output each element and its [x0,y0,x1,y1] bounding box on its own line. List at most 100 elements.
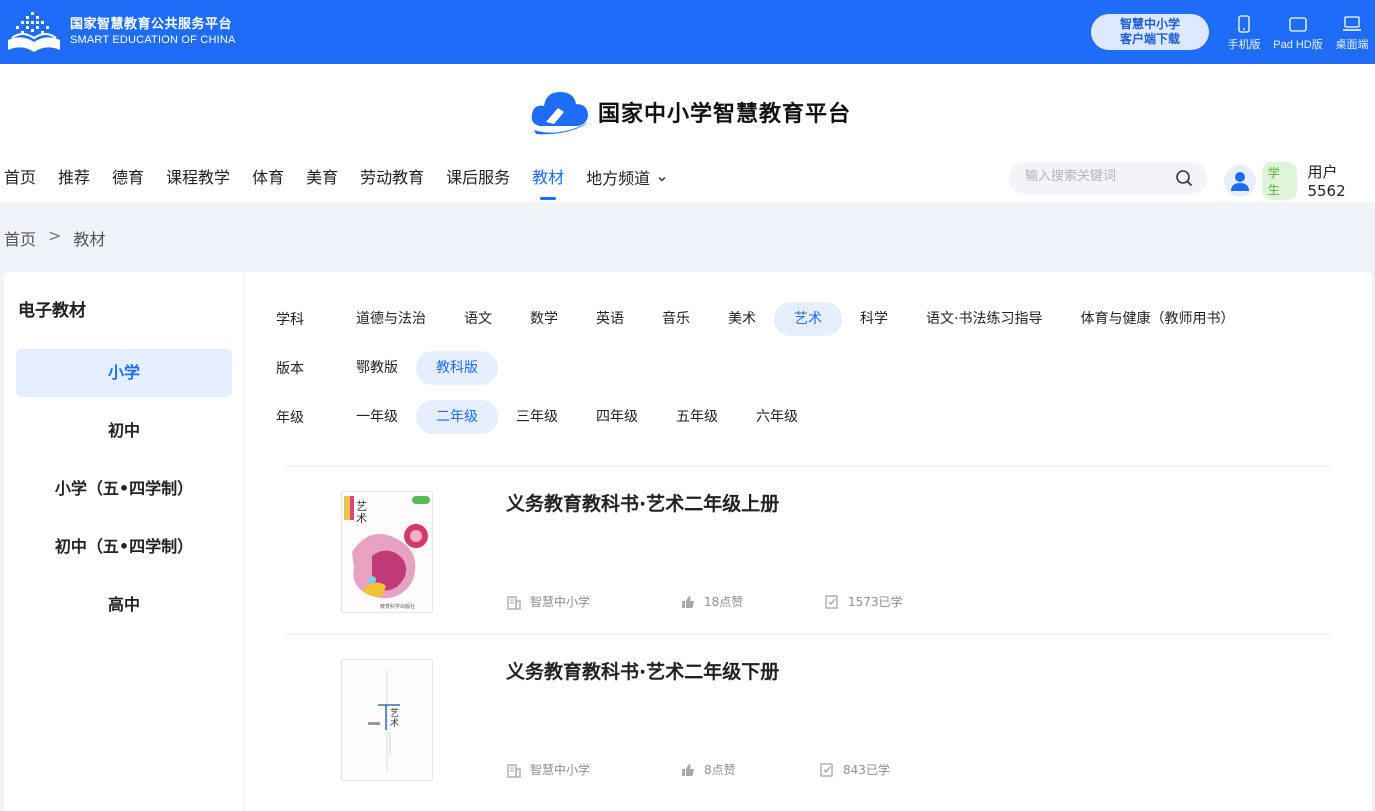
book-likes: 18点赞 [680,593,743,610]
nav-after-school[interactable]: 课后服务 [442,164,514,194]
textbook-item[interactable]: 艺 术 义务教育教科书·艺术二年级下册 智慧中小学 8点赞 843已学 [284,634,1330,802]
platform-label: 桌面端 [1335,39,1369,51]
sidebar-item-primary[interactable]: 小学 [16,349,232,397]
grade-label: 年级 [276,410,304,426]
nav-sports[interactable]: 体育 [248,164,288,194]
sidebar-item-senior[interactable]: 高中 [16,581,232,629]
user-info[interactable]: 学生 用户5562 [1224,161,1375,200]
platform-label: Pad HD版 [1273,39,1323,51]
breadcrumb-separator: > [48,226,62,245]
subject-option[interactable]: 语文·书法练习指导 [906,302,1062,336]
svg-text:术: 术 [356,512,367,525]
stage-sidebar: 电子教材 小学 初中 小学（五•四学制） 初中（五•四学制） 高中 [4,272,244,811]
thumbs-up-icon [682,763,694,776]
platform-phone[interactable]: 手机版 [1222,12,1266,52]
study-record-icon [820,762,833,777]
book-source-label: 智慧中小学 [530,595,591,609]
site-header: 国家中小学智慧教育平台 首页 推荐 德育 课程教学 体育 美育 劳动教育 课后服… [0,64,1375,202]
textbook-item[interactable]: 艺 术 教育科学出版社 义务教育教科书·艺术二年级上册 智慧中小学 18点赞 1… [284,466,1330,634]
brand[interactable]: 国家智慧教育公共服务平台 SMART EDUCATION OF CHINA [4,10,236,54]
sidebar-item-junior[interactable]: 初中 [16,407,232,455]
avatar[interactable] [1224,164,1256,197]
platform-title: 国家中小学智慧教育平台 [598,101,852,127]
book-logo-icon [8,12,60,52]
book-cover-image[interactable]: 艺 术 教育科学出版社 [341,491,433,613]
client-download-button[interactable]: 智慧中小学 客户端下载 [1091,14,1209,50]
subject-option[interactable]: 语文 [444,302,512,336]
sidebar-title: 电子教材 [18,301,86,321]
breadcrumb-current: 教材 [73,230,106,249]
grade-option-active[interactable]: 二年级 [416,400,498,434]
art-cover-illustration-icon: 艺 术 教育科学出版社 [342,492,432,612]
tablet-icon [1289,16,1307,32]
platform-links: 手机版 Pad HD版 桌面端 [1222,12,1374,52]
content-card: 电子教材 小学 初中 小学（五•四学制） 初中（五•四学制） 高中 学科 道德与… [4,272,1372,811]
grade-option[interactable]: 三年级 [496,400,578,434]
sidebar-item-junior-54[interactable]: 初中（五•四学制） [16,523,232,571]
nav-courses[interactable]: 课程教学 [162,164,234,194]
platform-pad[interactable]: Pad HD版 [1268,12,1328,52]
nav-recommend[interactable]: 推荐 [54,164,94,194]
svg-text:教育科学出版社: 教育科学出版社 [380,603,415,610]
subject-option[interactable]: 道德与法治 [336,302,446,336]
textbook-list: 艺 术 教育科学出版社 义务教育教科书·艺术二年级上册 智慧中小学 18点赞 1… [284,466,1330,802]
role-badge: 学生 [1261,161,1298,200]
breadcrumb-home[interactable]: 首页 [4,226,36,250]
grade-option[interactable]: 六年级 [736,400,818,434]
book-likes-count: 18点赞 [704,595,744,609]
subject-option[interactable]: 体育与健康（教师用书） [1060,302,1254,336]
thumbs-up-icon [682,595,694,608]
grade-option[interactable]: 四年级 [576,400,658,434]
subject-option[interactable]: 美术 [708,302,776,336]
subject-option-active[interactable]: 艺术 [774,302,842,336]
edition-option-active[interactable]: 教科版 [416,351,498,385]
nav-moral[interactable]: 德育 [108,164,148,194]
book-source: 智慧中小学 [506,593,590,610]
subject-label: 学科 [276,312,304,328]
book-likes: 8点赞 [680,761,736,778]
download-line2: 客户端下载 [1119,32,1180,46]
grade-option[interactable]: 一年级 [336,400,418,434]
nav-arts[interactable]: 美育 [302,164,342,194]
edition-option[interactable]: 鄂教版 [336,351,418,385]
svg-text:术: 术 [390,717,399,729]
building-icon [507,595,521,610]
subject-option[interactable]: 英语 [576,302,644,336]
book-title[interactable]: 义务教育教科书·艺术二年级上册 [506,489,779,516]
platform-desktop[interactable]: 桌面端 [1330,12,1374,52]
art-cover-minimal-icon: 艺 术 [342,660,432,780]
nav-local-label: 地方频道 [586,169,651,188]
search-box [1009,162,1207,194]
subject-option[interactable]: 科学 [840,302,908,336]
top-bar: 国家智慧教育公共服务平台 SMART EDUCATION OF CHINA 智慧… [0,0,1375,64]
platform-logo[interactable]: 国家中小学智慧教育平台 [528,86,851,138]
building-icon [507,763,521,778]
user-icon [1230,171,1249,191]
search-icon[interactable] [1175,169,1193,187]
book-source: 智慧中小学 [506,761,590,778]
breadcrumb: 首页 > 教材 [4,226,105,250]
nav-textbooks[interactable]: 教材 [528,164,568,200]
subject-option[interactable]: 数学 [510,302,578,336]
book-learned-count: 1573已学 [848,595,903,609]
username: 用户5562 [1307,163,1346,200]
nav-home[interactable]: 首页 [0,164,40,194]
book-cover-image[interactable]: 艺 术 [341,659,433,781]
book-learned: 1573已学 [824,593,903,610]
edition-filter-row: 版本 鄂教版 教科版 [276,351,498,385]
book-learned-count: 843已学 [843,763,890,777]
chevron-down-icon [658,177,666,182]
book-title[interactable]: 义务教育教科书·艺术二年级下册 [506,657,779,684]
cloud-book-logo-icon [531,92,590,135]
grade-option[interactable]: 五年级 [656,400,738,434]
book-source-label: 智慧中小学 [530,763,591,777]
grade-filter-row: 年级 一年级 二年级 三年级 四年级 五年级 六年级 [276,400,818,434]
edition-label: 版本 [276,361,304,377]
nav-local-channel[interactable]: 地方频道 [582,164,672,194]
platform-label: 手机版 [1227,39,1261,51]
subject-filter-row: 学科 道德与法治 语文 数学 英语 音乐 美术 艺术 科学 语文·书法练习指导 … [276,302,1254,336]
search-input[interactable] [1025,169,1165,184]
sidebar-item-primary-54[interactable]: 小学（五•四学制） [16,465,232,513]
subject-option[interactable]: 音乐 [642,302,710,336]
nav-labor[interactable]: 劳动教育 [356,164,428,194]
